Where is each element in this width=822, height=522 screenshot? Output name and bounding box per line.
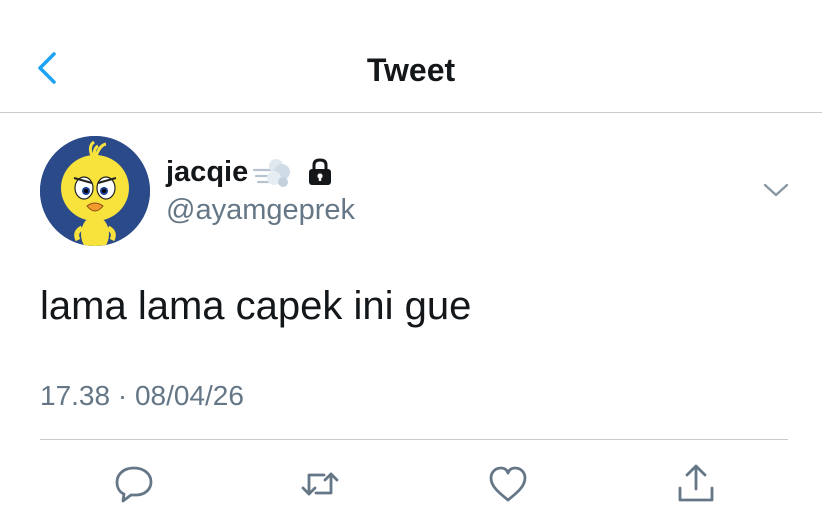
- tweet-timestamp: 17.38 · 08/04/26: [40, 380, 244, 411]
- dash-emoji-icon: [253, 159, 291, 187]
- lock-icon: [309, 158, 332, 185]
- page-title: Tweet: [366, 52, 456, 88]
- header-bar: Tweet: [0, 0, 822, 113]
- avatar[interactable]: [40, 136, 150, 246]
- divider: [40, 439, 788, 440]
- reply-icon: [115, 466, 153, 503]
- heart-icon: [489, 466, 527, 502]
- share-button[interactable]: [674, 462, 718, 506]
- share-icon: [678, 464, 714, 502]
- chevron-down-icon: [763, 183, 789, 197]
- tweet-options-button[interactable]: [760, 176, 792, 204]
- display-name[interactable]: jacqie: [166, 156, 248, 189]
- like-button[interactable]: [486, 462, 530, 506]
- reply-button[interactable]: [112, 462, 156, 506]
- tweety-avatar-image: [40, 136, 150, 246]
- tweet-text: lama lama capek ini gue: [40, 284, 472, 328]
- author-handle[interactable]: @ayamgeprek: [166, 194, 355, 227]
- retweet-button[interactable]: [298, 462, 342, 506]
- author-name-row[interactable]: jacqie: [166, 154, 334, 190]
- retweet-icon: [301, 472, 339, 496]
